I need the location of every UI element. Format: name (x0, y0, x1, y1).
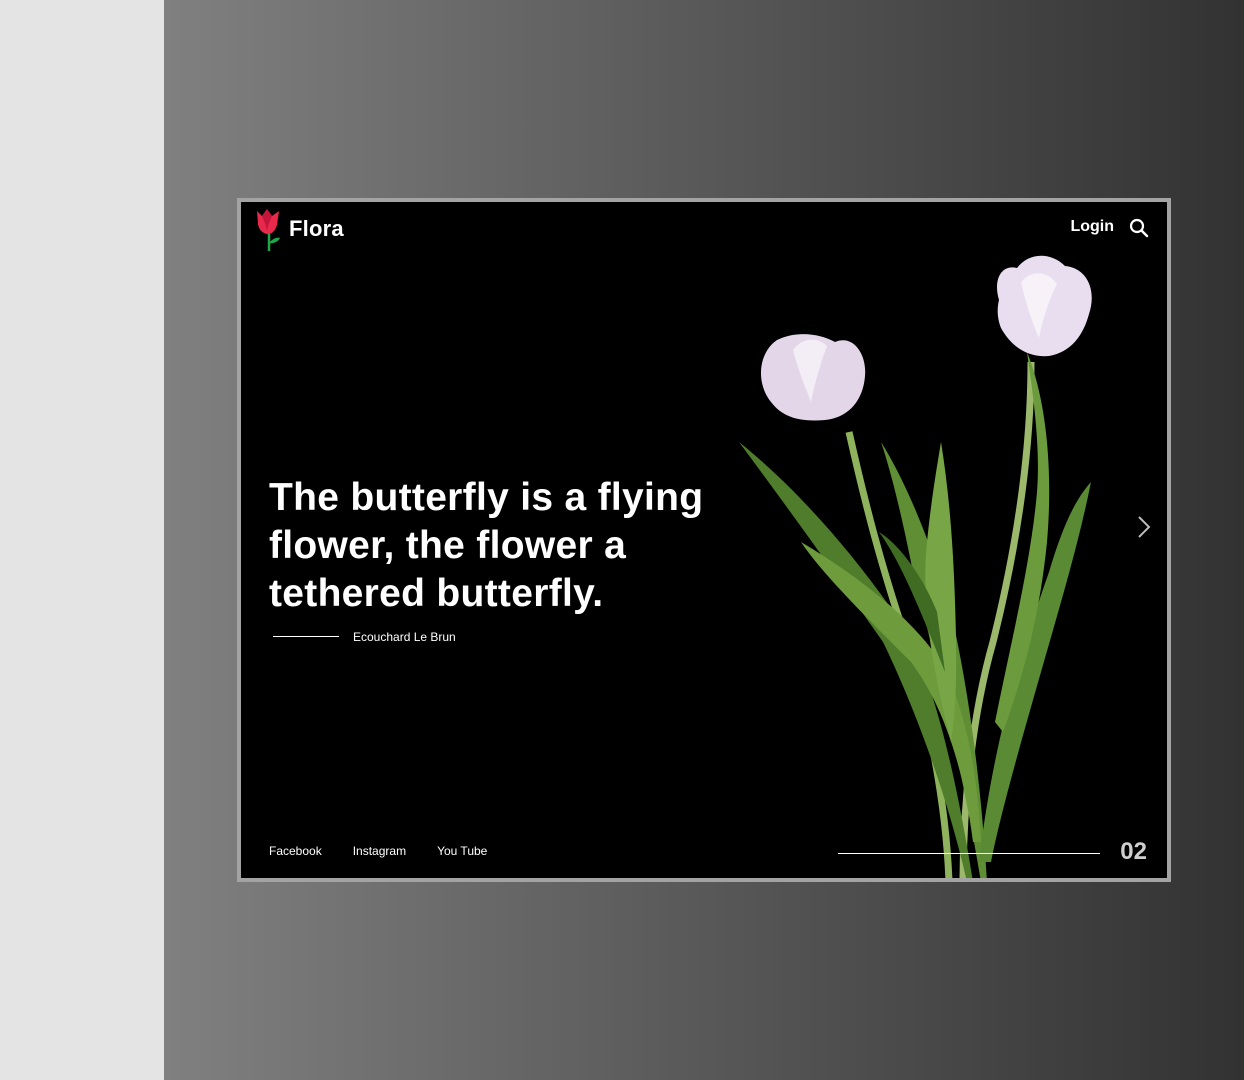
slide-number: 02 (1120, 838, 1147, 865)
brand-name: Flora (289, 216, 344, 241)
author-divider (273, 636, 339, 637)
hero-quote: The butterfly is a flying flower, the fl… (269, 476, 704, 615)
tulip-logo-icon (257, 209, 280, 251)
slide-progress-line (838, 853, 1100, 854)
social-links: Facebook Instagram You Tube (269, 844, 518, 858)
quote-author: Ecouchard Le Brun (353, 630, 456, 644)
instagram-link[interactable]: Instagram (353, 844, 406, 858)
left-panel (0, 0, 164, 1080)
chevron-right-icon[interactable] (1135, 514, 1153, 540)
youtube-link[interactable]: You Tube (437, 844, 487, 858)
logo[interactable]: Flora (255, 206, 344, 252)
search-icon[interactable] (1129, 218, 1149, 238)
login-button[interactable]: Login (1070, 218, 1114, 236)
white-tulips-image (739, 255, 1092, 878)
facebook-link[interactable]: Facebook (269, 844, 322, 858)
web-page-mockup: Flora Login The butterfly is a flying fl… (237, 198, 1171, 882)
